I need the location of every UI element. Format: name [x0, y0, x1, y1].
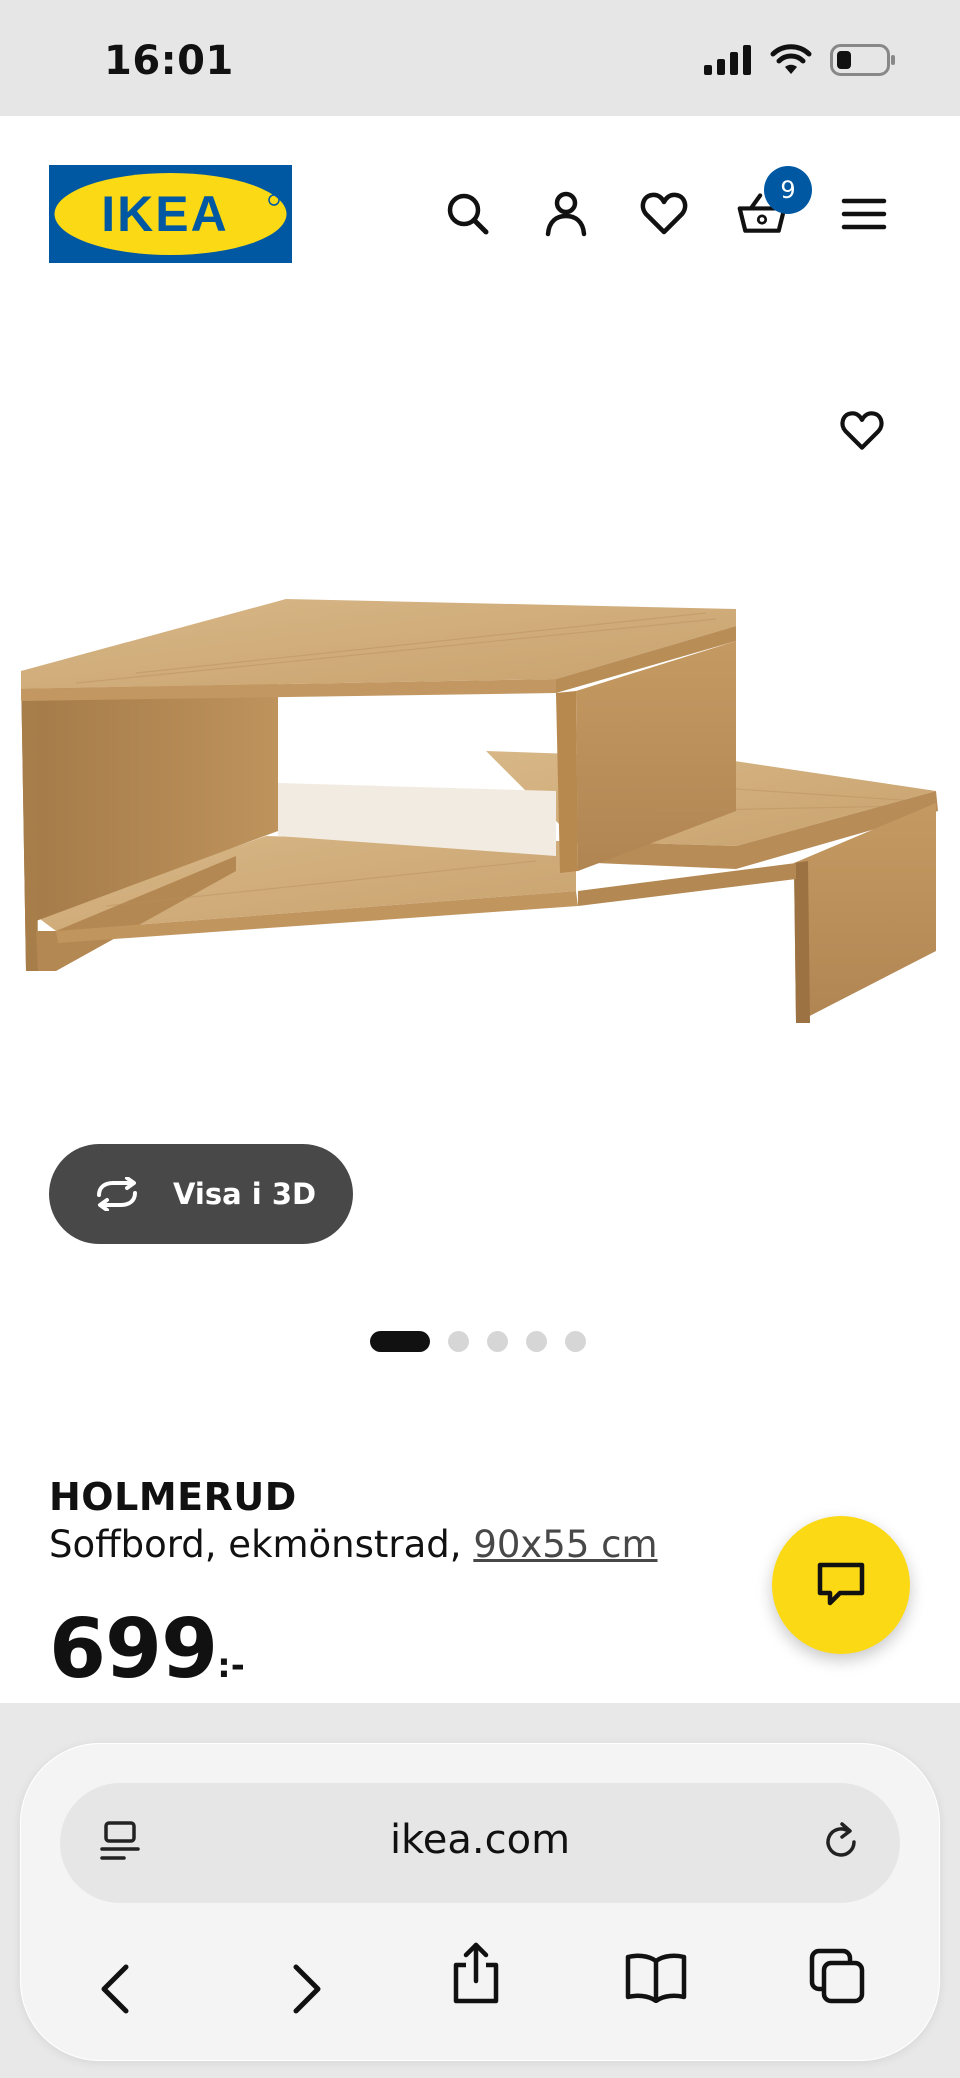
- bookmarks-icon[interactable]: [624, 1951, 688, 2003]
- carousel-dot[interactable]: [487, 1331, 508, 1352]
- product-size-link[interactable]: 90x55 cm: [473, 1523, 657, 1566]
- site-header: IKEA 9: [0, 116, 960, 311]
- product-name: HOLMERUD: [49, 1475, 297, 1519]
- carousel-dot[interactable]: [526, 1331, 547, 1352]
- carousel-indicator: [370, 1331, 586, 1352]
- favorite-heart-icon[interactable]: [838, 407, 886, 455]
- carousel-dot[interactable]: [565, 1331, 586, 1352]
- back-icon[interactable]: [94, 1961, 140, 2017]
- search-icon[interactable]: [442, 188, 494, 240]
- logo-text: IKEA: [101, 186, 228, 242]
- url-text: ikea.com: [389, 1817, 571, 1863]
- reload-icon[interactable]: [818, 1819, 864, 1865]
- ikea-logo-mark: IKEA: [49, 165, 292, 263]
- wishlist-heart-icon[interactable]: [638, 188, 690, 240]
- address-bar[interactable]: ikea.com: [60, 1783, 900, 1903]
- status-icons: [704, 44, 896, 76]
- product-description: Soffbord, ekmönstrad, 90x55 cm: [49, 1523, 658, 1566]
- forward-icon[interactable]: [282, 1961, 328, 2017]
- product-price: 699:-: [49, 1602, 245, 1697]
- browser-toolbar: ikea.com: [0, 1703, 960, 2078]
- signal-icon: [704, 45, 751, 75]
- product-image[interactable]: [16, 511, 946, 1081]
- carousel-dot-active[interactable]: [370, 1331, 430, 1352]
- account-icon[interactable]: [540, 188, 592, 240]
- status-bar: 16:01: [0, 0, 960, 116]
- share-icon[interactable]: [448, 1941, 504, 2007]
- chat-button[interactable]: [772, 1516, 910, 1654]
- status-time: 16:01: [104, 38, 234, 84]
- chat-bubble-icon: [817, 1562, 865, 1606]
- battery-icon: [830, 44, 895, 76]
- product-type: Soffbord, ekmönstrad,: [49, 1523, 462, 1566]
- product-gallery[interactable]: [0, 311, 960, 1181]
- carousel-dot[interactable]: [448, 1331, 469, 1352]
- price-value: 699: [49, 1602, 218, 1697]
- browser-panel: ikea.com: [20, 1743, 940, 2061]
- ikea-logo[interactable]: IKEA: [49, 165, 292, 263]
- cart-count-badge: 9: [764, 166, 812, 214]
- price-suffix: :-: [217, 1646, 245, 1686]
- view-in-3d-label: Visa i 3D: [173, 1177, 317, 1211]
- menu-icon[interactable]: [838, 188, 890, 240]
- rotate-3d-icon: [97, 1177, 137, 1211]
- view-in-3d-button[interactable]: Visa i 3D: [49, 1144, 353, 1244]
- wifi-icon: [770, 44, 812, 74]
- tabs-icon[interactable]: [808, 1947, 868, 2007]
